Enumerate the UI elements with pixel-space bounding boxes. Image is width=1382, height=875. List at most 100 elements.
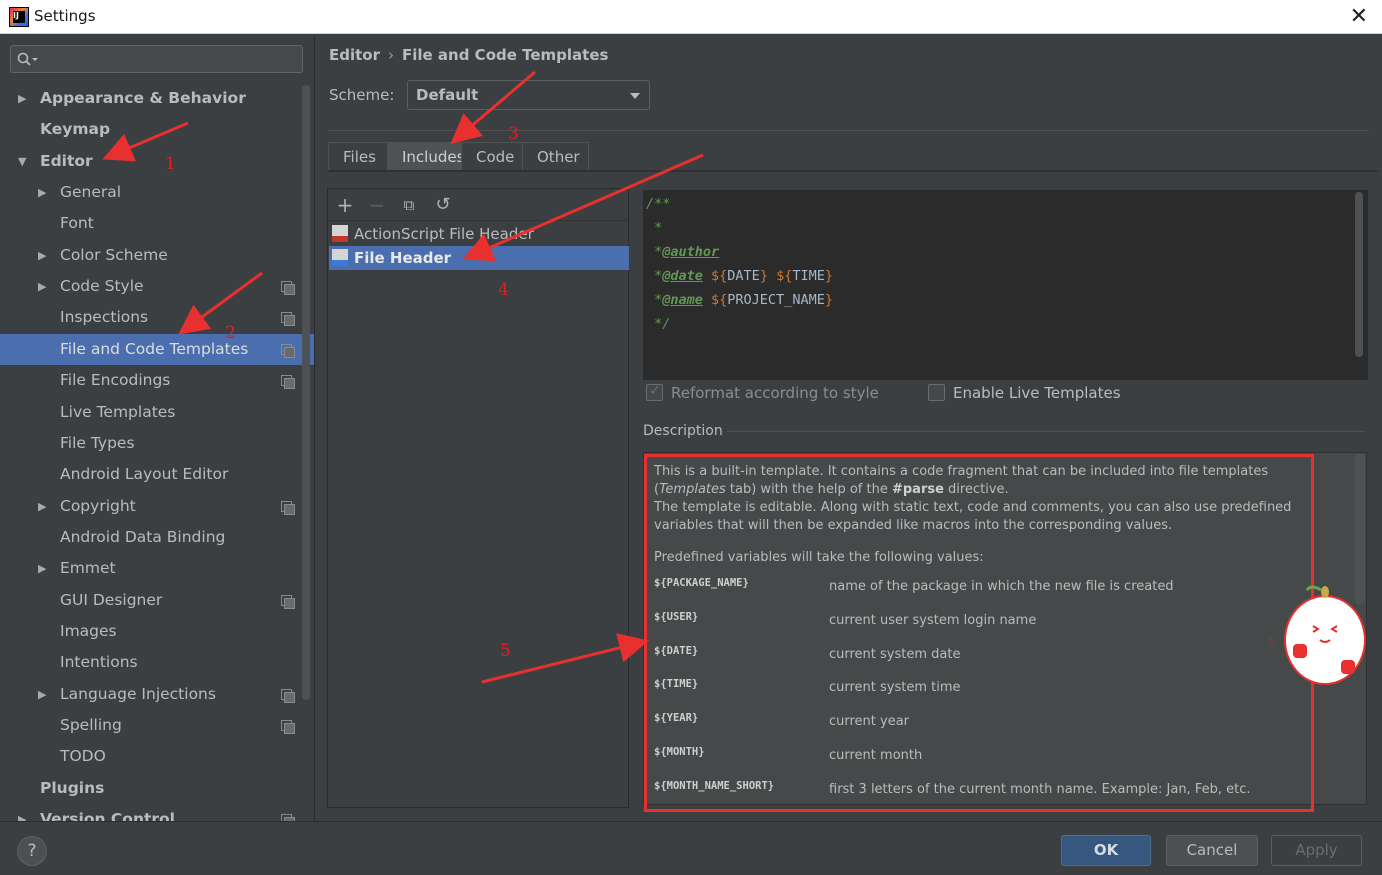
sidebar-item-label: Font [60, 214, 94, 233]
scheme-dropdown[interactable]: Default [407, 80, 650, 110]
sidebar-scrollbar[interactable] [302, 85, 310, 700]
sidebar-item-language-injections[interactable]: ▶ Language Injections [0, 679, 314, 710]
sidebar-item-keymap[interactable]: Keymap [0, 114, 314, 145]
sidebar-item-android-layout-editor[interactable]: Android Layout Editor [0, 459, 314, 490]
sidebar-item-label: Code Style [60, 277, 144, 296]
editor-scrollbar[interactable] [1355, 192, 1363, 357]
file-template-icon [332, 225, 348, 242]
sidebar-item-file-and-code-templates[interactable]: File and Code Templates [0, 333, 314, 365]
tab-other[interactable]: Other [522, 142, 589, 171]
breadcrumb-current: File and Code Templates [402, 46, 609, 64]
code-line: *@date ${DATE} ${TIME} [646, 268, 833, 284]
collapse-arrow-icon[interactable]: ▶ [38, 679, 46, 710]
sidebar-item-android-data-binding[interactable]: Android Data Binding [0, 522, 314, 553]
reset-icon[interactable]: ↺ [432, 194, 454, 216]
copy-icon[interactable]: ⧉ [398, 194, 420, 216]
reformat-label: Reformat according to style [671, 384, 879, 402]
mascot-sticker: ♡ [1267, 585, 1366, 685]
file-template-icon [332, 249, 348, 266]
annotation-number: 5 [500, 641, 511, 661]
collapse-arrow-icon[interactable]: ▶ [38, 271, 46, 302]
sidebar-item-label: Keymap [40, 120, 111, 139]
sidebar-item-todo[interactable]: TODO [0, 741, 314, 772]
project-settings-icon [281, 343, 295, 358]
scheme-value: Default [416, 86, 479, 104]
template-list-panel: + − ⧉ ↺ ActionScript File Header File Hea… [327, 188, 629, 808]
sidebar-item-label: File Encodings [60, 371, 171, 390]
apply-button[interactable]: Apply [1271, 835, 1362, 866]
cancel-button[interactable]: Cancel [1166, 835, 1258, 866]
sidebar-item-label: File and Code Templates [60, 339, 249, 358]
sidebar-item-file-types[interactable]: File Types [0, 428, 314, 459]
collapse-arrow-icon[interactable]: ▶ [38, 240, 46, 271]
sidebar-item-images[interactable]: Images [0, 616, 314, 647]
code-line: *@author [646, 244, 720, 260]
template-name: ActionScript File Header [354, 225, 534, 243]
scheme-label: Scheme: [329, 86, 395, 104]
search-input[interactable] [10, 45, 303, 73]
chevron-down-icon [630, 93, 640, 99]
list-item[interactable]: File Header [329, 246, 629, 270]
collapse-arrow-icon[interactable]: ▶ [38, 491, 46, 522]
sidebar-item-label: Images [60, 621, 117, 640]
sidebar-item-label: Android Data Binding [60, 527, 226, 546]
sidebar-item-color-scheme[interactable]: ▶ Color Scheme [0, 240, 314, 271]
project-settings-icon [281, 500, 295, 515]
sidebar-item-emmet[interactable]: ▶ Emmet [0, 553, 314, 584]
annotation-number: 3 [508, 124, 519, 144]
project-settings-icon [281, 312, 295, 327]
sidebar-item-gui-designer[interactable]: GUI Designer [0, 585, 314, 616]
reformat-checkbox[interactable] [646, 383, 663, 401]
list-item[interactable]: ActionScript File Header [329, 222, 629, 246]
sidebar-item-label: Spelling [60, 716, 122, 734]
app-icon: IJ [9, 7, 29, 27]
expand-arrow-icon[interactable]: ▼ [18, 146, 26, 177]
sidebar-item-label: Language Injections [60, 684, 216, 703]
tab-files[interactable]: Files [328, 142, 388, 171]
sidebar-item-label: TODO [60, 747, 106, 766]
live-templates-label: Enable Live Templates [953, 384, 1121, 402]
ok-button[interactable]: OK [1061, 835, 1151, 866]
list-toolbar: + − ⧉ ↺ [328, 189, 628, 221]
sidebar-item-general[interactable]: ▶ General [0, 177, 314, 208]
tab-includes[interactable]: Includes [387, 142, 464, 171]
sidebar-item-copyright[interactable]: ▶ Copyright [0, 491, 314, 522]
sidebar-item-plugins[interactable]: Plugins [0, 773, 314, 804]
close-icon[interactable]: ✕ [1350, 4, 1368, 29]
annotation-number: 2 [225, 323, 236, 343]
project-settings-icon [281, 281, 295, 296]
sidebar-item-editor[interactable]: ▼ Editor [0, 146, 314, 177]
sidebar-item-file-encodings[interactable]: File Encodings [0, 365, 314, 396]
sidebar-item-spelling[interactable]: Spelling [0, 710, 314, 741]
collapse-arrow-icon[interactable]: ▶ [38, 177, 46, 208]
sidebar-item-label: File Types [60, 433, 135, 452]
add-icon[interactable]: + [334, 194, 356, 216]
sidebar-item-code-style[interactable]: ▶ Code Style [0, 271, 314, 302]
breadcrumb-editor[interactable]: Editor [329, 46, 380, 64]
remove-icon[interactable]: − [366, 194, 388, 216]
live-templates-checkbox[interactable] [928, 384, 945, 401]
project-settings-icon [281, 375, 295, 390]
settings-sidebar: ▶ Appearance & Behavior Keymap ▼ Editor ▶ Gene… [0, 35, 314, 829]
template-editor[interactable]: /** * *@author *@date ${DATE} ${TIME} *@… [643, 190, 1368, 380]
divider [329, 130, 1369, 131]
sidebar-item-live-templates[interactable]: Live Templates [0, 397, 314, 428]
annotation-number: 4 [498, 280, 509, 300]
sidebar-item-intentions[interactable]: Intentions [0, 647, 314, 678]
help-button[interactable]: ? [17, 836, 47, 866]
code-line: *@name ${PROJECT_NAME} [646, 292, 833, 308]
code-line: /** [646, 196, 671, 212]
collapse-arrow-icon[interactable]: ▶ [18, 83, 26, 114]
sidebar-item-font[interactable]: Font [0, 208, 314, 239]
template-name: File Header [354, 249, 452, 267]
annotation-number: 1 [165, 154, 176, 174]
description-heading: Description [643, 423, 723, 439]
sidebar-item-inspections[interactable]: Inspections [0, 302, 314, 333]
collapse-arrow-icon[interactable]: ▶ [38, 553, 46, 584]
sidebar-item-label: Inspections [60, 308, 149, 327]
divider [727, 431, 1365, 432]
sidebar-item-label: Color Scheme [60, 245, 168, 264]
tab-code[interactable]: Code [461, 142, 523, 171]
tab-underline [328, 170, 1378, 172]
sidebar-item-appearance-behavior[interactable]: ▶ Appearance & Behavior [0, 83, 314, 114]
